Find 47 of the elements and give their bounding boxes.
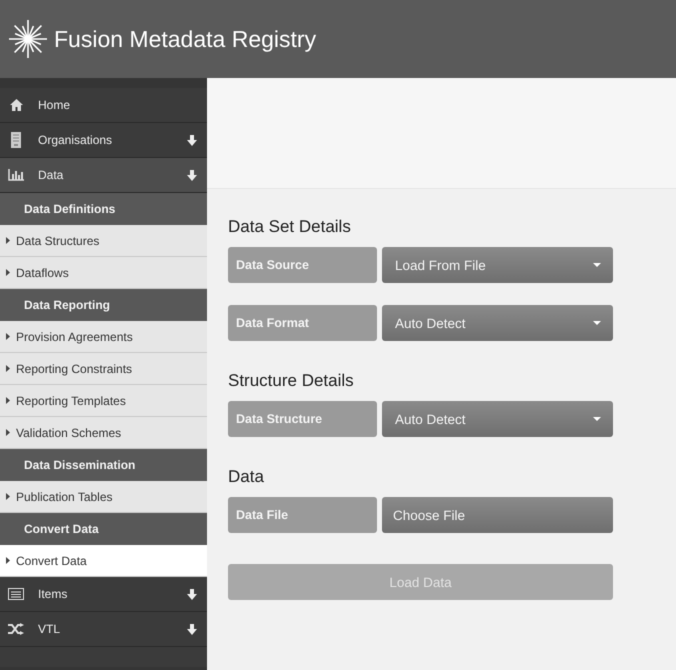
section-heading: Structure Details <box>228 371 355 391</box>
document-icon <box>11 132 21 148</box>
sidebar-section-heading: Data Reporting <box>0 289 207 321</box>
field-label: Data File <box>228 497 377 533</box>
sidebar-item[interactable]: Publication Tables <box>0 481 207 513</box>
home-icon <box>10 99 22 111</box>
sidebar-item[interactable]: Reporting Constraints <box>0 353 207 385</box>
caret-icon <box>593 321 601 325</box>
shuffle-icon <box>8 623 24 635</box>
caret-icon <box>6 333 10 340</box>
caret-icon <box>6 237 10 244</box>
caret-icon <box>593 263 601 267</box>
caret-icon <box>593 417 601 421</box>
sidebar-item[interactable]: Convert Data <box>0 545 207 577</box>
caret-icon <box>6 397 10 404</box>
choose-file-button[interactable]: Choose File <box>382 497 613 533</box>
sidebar-section-heading: Data Definitions <box>0 193 207 225</box>
sidebar-menu-item[interactable]: Items <box>0 577 207 612</box>
caret-icon <box>6 365 10 372</box>
caret-icon <box>6 493 10 500</box>
sidebar-menu-item[interactable]: Home <box>0 88 207 123</box>
sidebar-menu-item[interactable]: VTL <box>0 612 207 647</box>
sidebar-menu-item[interactable] <box>0 647 207 667</box>
sidebar-menu-item[interactable]: Organisations <box>0 123 207 158</box>
field-label: Data Source <box>228 247 377 283</box>
caret-icon <box>6 429 10 436</box>
sidebar-section-heading: Data Dissemination <box>0 449 207 481</box>
caret-icon <box>6 269 10 276</box>
caret-icon <box>6 557 10 564</box>
section-heading: Data Set Details <box>228 217 352 237</box>
list-icon <box>8 588 24 600</box>
logo-icon <box>8 19 48 59</box>
sidebar-item[interactable]: Data Structures <box>0 225 207 257</box>
field-label: Data Format <box>228 305 377 341</box>
sidebar-item[interactable]: Dataflows <box>0 257 207 289</box>
dropdown[interactable]: Load From File <box>382 247 613 283</box>
field-label: Data Structure <box>228 401 377 437</box>
sidebar-section-heading: Convert Data <box>0 513 207 545</box>
sidebar-item[interactable]: Validation Schemes <box>0 417 207 449</box>
dropdown[interactable]: Auto Detect <box>382 401 613 437</box>
sidebar-menu-item[interactable]: Data <box>0 158 207 193</box>
app-title: Fusion Metadata Registry <box>54 26 316 52</box>
dropdown[interactable]: Auto Detect <box>382 305 613 341</box>
bar-chart-icon <box>8 169 24 181</box>
sidebar-item[interactable]: Provision Agreements <box>0 321 207 353</box>
section-heading: Data <box>228 467 265 487</box>
sidebar-item[interactable]: Reporting Templates <box>0 385 207 417</box>
